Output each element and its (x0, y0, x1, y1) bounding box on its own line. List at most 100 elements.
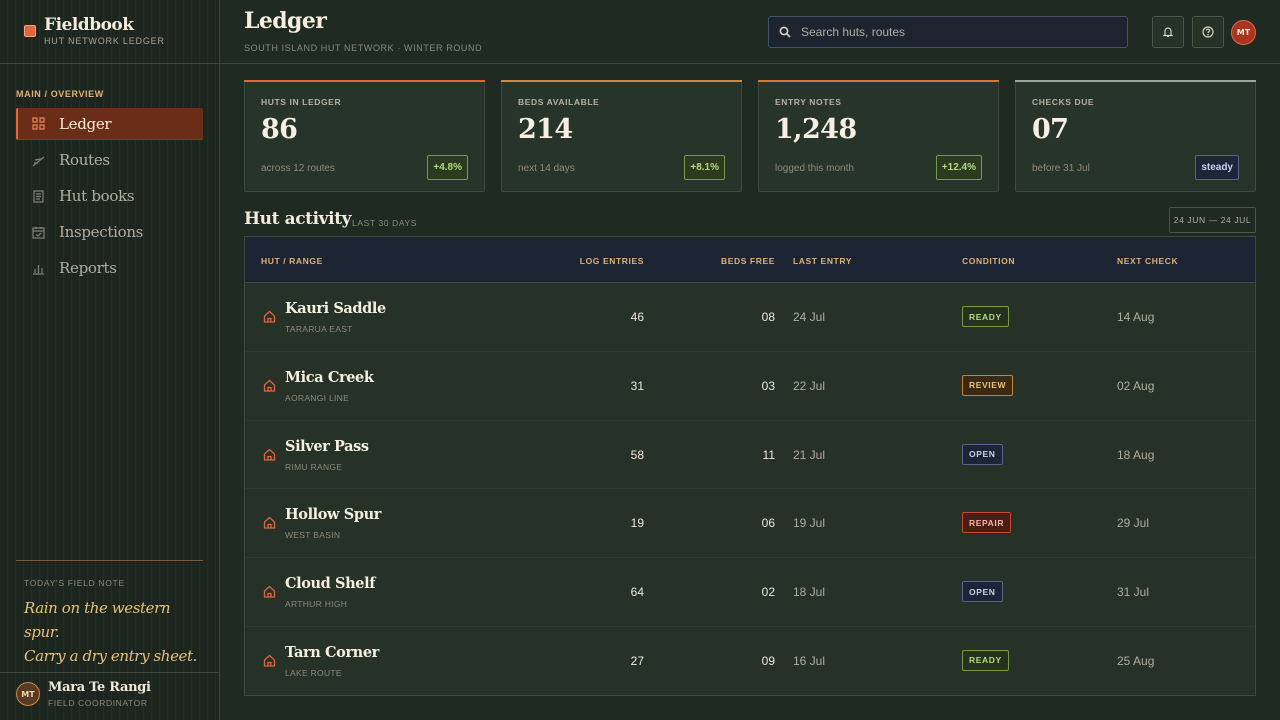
log-entries: 58 (630, 447, 644, 462)
stat-card-beds: BEDS AVAILABLE 214 next 14 days +8.1% (501, 80, 742, 192)
column-header-condition[interactable]: CONDITION (962, 256, 1015, 266)
stat-delta-badge: steady (1195, 155, 1239, 180)
stat-accent-bar (758, 80, 999, 82)
last-entry: 16 Jul (793, 653, 826, 668)
sidebar-item-ledger[interactable]: Ledger (16, 108, 203, 140)
last-entry: 19 Jul (793, 516, 826, 531)
search-icon (779, 26, 791, 38)
log-entries: 27 (630, 653, 644, 668)
last-entry: 24 Jul (793, 310, 826, 324)
brand-logo-icon (24, 25, 36, 37)
condition-badge: READY (962, 649, 1009, 671)
sidebar-item-label: Ledger (59, 114, 112, 133)
hut-name: Hollow Spur (285, 506, 381, 524)
search-input[interactable] (801, 25, 1101, 39)
sidebar-item-routes[interactable]: Routes (16, 144, 203, 176)
grid-icon (32, 117, 45, 130)
hut-name: Tarn Corner (285, 643, 379, 661)
hut-range: RIMU RANGE (285, 461, 343, 472)
sidebar-divider (0, 63, 220, 64)
sidebar-item-reports[interactable]: Reports (16, 252, 203, 284)
sidebar-item-label: Reports (59, 259, 117, 277)
account-avatar[interactable]: MT (1231, 20, 1256, 45)
hut-icon (263, 379, 276, 392)
stat-delta-badge: +12.4% (935, 155, 982, 180)
hut-icon (263, 310, 276, 323)
column-header-hut[interactable]: HUT / RANGE (261, 256, 323, 266)
stat-caption: across 12 routes (261, 163, 335, 174)
stat-value: 214 (518, 114, 573, 145)
column-header-next-check[interactable]: NEXT CHECK (1117, 256, 1178, 266)
search-bar[interactable] (768, 16, 1128, 48)
next-check: 18 Aug (1117, 447, 1155, 462)
user-name: Mara Te Rangi (48, 680, 151, 695)
stat-value: 86 (261, 114, 298, 145)
hut-range: ARTHUR HIGH (285, 599, 348, 610)
column-header-beds-free[interactable]: BEDS FREE (721, 256, 775, 266)
condition-badge: REPAIR (962, 512, 1012, 534)
table-row[interactable]: Silver Pass RIMU RANGE 58 11 21 Jul OPEN… (245, 421, 1255, 490)
table-row[interactable]: Tarn Corner LAKE ROUTE 27 09 16 Jul READ… (245, 627, 1255, 696)
sidebar-item-inspections[interactable]: Inspections (16, 216, 203, 248)
table-row[interactable]: Kauri Saddle TARARUA EAST 46 08 24 Jul R… (245, 283, 1255, 352)
hut-name: Silver Pass (285, 437, 369, 455)
route-icon (32, 156, 45, 166)
next-check: 25 Aug (1117, 653, 1155, 668)
sidebar-item-label: Routes (59, 151, 110, 169)
user-avatar: MT (16, 682, 40, 706)
hut-name: Mica Creek (285, 368, 374, 386)
field-note-text: Rain on the western spur. Carry a dry en… (24, 596, 209, 668)
sidebar-item-hut-books[interactable]: Hut books (16, 180, 203, 212)
hut-icon (263, 448, 276, 461)
stat-delta-badge: +4.8% (427, 155, 468, 180)
last-entry: 22 Jul (793, 378, 826, 393)
sidebar-item-label: Inspections (59, 223, 144, 241)
hut-icon (263, 585, 276, 598)
help-icon (1202, 26, 1214, 38)
hut-name: Cloud Shelf (285, 575, 376, 593)
hut-range: TARARUA EAST (285, 324, 353, 334)
nav-section-label: MAIN / OVERVIEW (16, 89, 104, 99)
beds-free: 08 (761, 310, 775, 324)
sidebar: Fieldbook HUT NETWORK LEDGER MAIN / OVER… (0, 0, 220, 720)
stat-label: BEDS AVAILABLE (518, 97, 600, 107)
user-role: FIELD COORDINATOR (48, 698, 148, 708)
user-profile[interactable]: MT Mara Te Rangi FIELD COORDINATOR (16, 680, 151, 708)
stat-accent-bar (1015, 80, 1256, 82)
beds-free: 06 (761, 516, 775, 531)
next-check: 29 Jul (1117, 516, 1150, 531)
section-subtitle: LAST 30 DAYS (352, 218, 417, 228)
stat-label: CHECKS DUE (1032, 97, 1095, 107)
last-entry: 18 Jul (793, 585, 826, 600)
table-row[interactable]: Cloud Shelf ARTHUR HIGH 64 02 18 Jul OPE… (245, 558, 1255, 627)
stat-delta-badge: +8.1% (684, 155, 725, 180)
date-range-button[interactable]: 24 JUN — 24 JUL (1169, 207, 1256, 233)
help-button[interactable] (1192, 16, 1224, 48)
bar-chart-icon (33, 264, 44, 275)
last-entry: 21 Jul (793, 447, 826, 462)
field-note-line: Carry a dry entry sheet. (24, 647, 198, 665)
next-check: 14 Aug (1117, 310, 1155, 324)
stat-card-huts: HUTS IN LEDGER 86 across 12 routes +4.8% (244, 80, 485, 192)
stat-card-checks-due: CHECKS DUE 07 before 31 Jul steady (1015, 80, 1256, 192)
book-icon (33, 189, 44, 203)
hut-range: LAKE ROUTE (285, 667, 342, 678)
log-entries: 64 (630, 585, 644, 600)
table-row[interactable]: Hollow Spur WEST BASIN 19 06 19 Jul REPA… (245, 489, 1255, 559)
hut-icon (263, 517, 276, 530)
brand[interactable]: Fieldbook HUT NETWORK LEDGER (24, 15, 165, 46)
hut-activity-table: HUT / RANGE LOG ENTRIES BEDS FREE LAST E… (244, 236, 1256, 696)
log-entries: 46 (630, 310, 644, 324)
bell-icon (1162, 27, 1174, 38)
stat-label: HUTS IN LEDGER (261, 97, 342, 107)
notifications-button[interactable] (1152, 16, 1184, 48)
stat-value: 07 (1032, 114, 1069, 145)
column-header-last-entry[interactable]: LAST ENTRY (793, 256, 852, 266)
beds-free: 11 (762, 447, 775, 462)
page-title: Ledger (244, 8, 327, 34)
beds-free: 09 (761, 653, 775, 668)
section-title: Hut activity (244, 209, 352, 229)
hut-name: Kauri Saddle (285, 300, 386, 317)
table-row[interactable]: Mica Creek AORANGI LINE 31 03 22 Jul REV… (245, 352, 1255, 421)
column-header-log-entries[interactable]: LOG ENTRIES (580, 256, 644, 266)
